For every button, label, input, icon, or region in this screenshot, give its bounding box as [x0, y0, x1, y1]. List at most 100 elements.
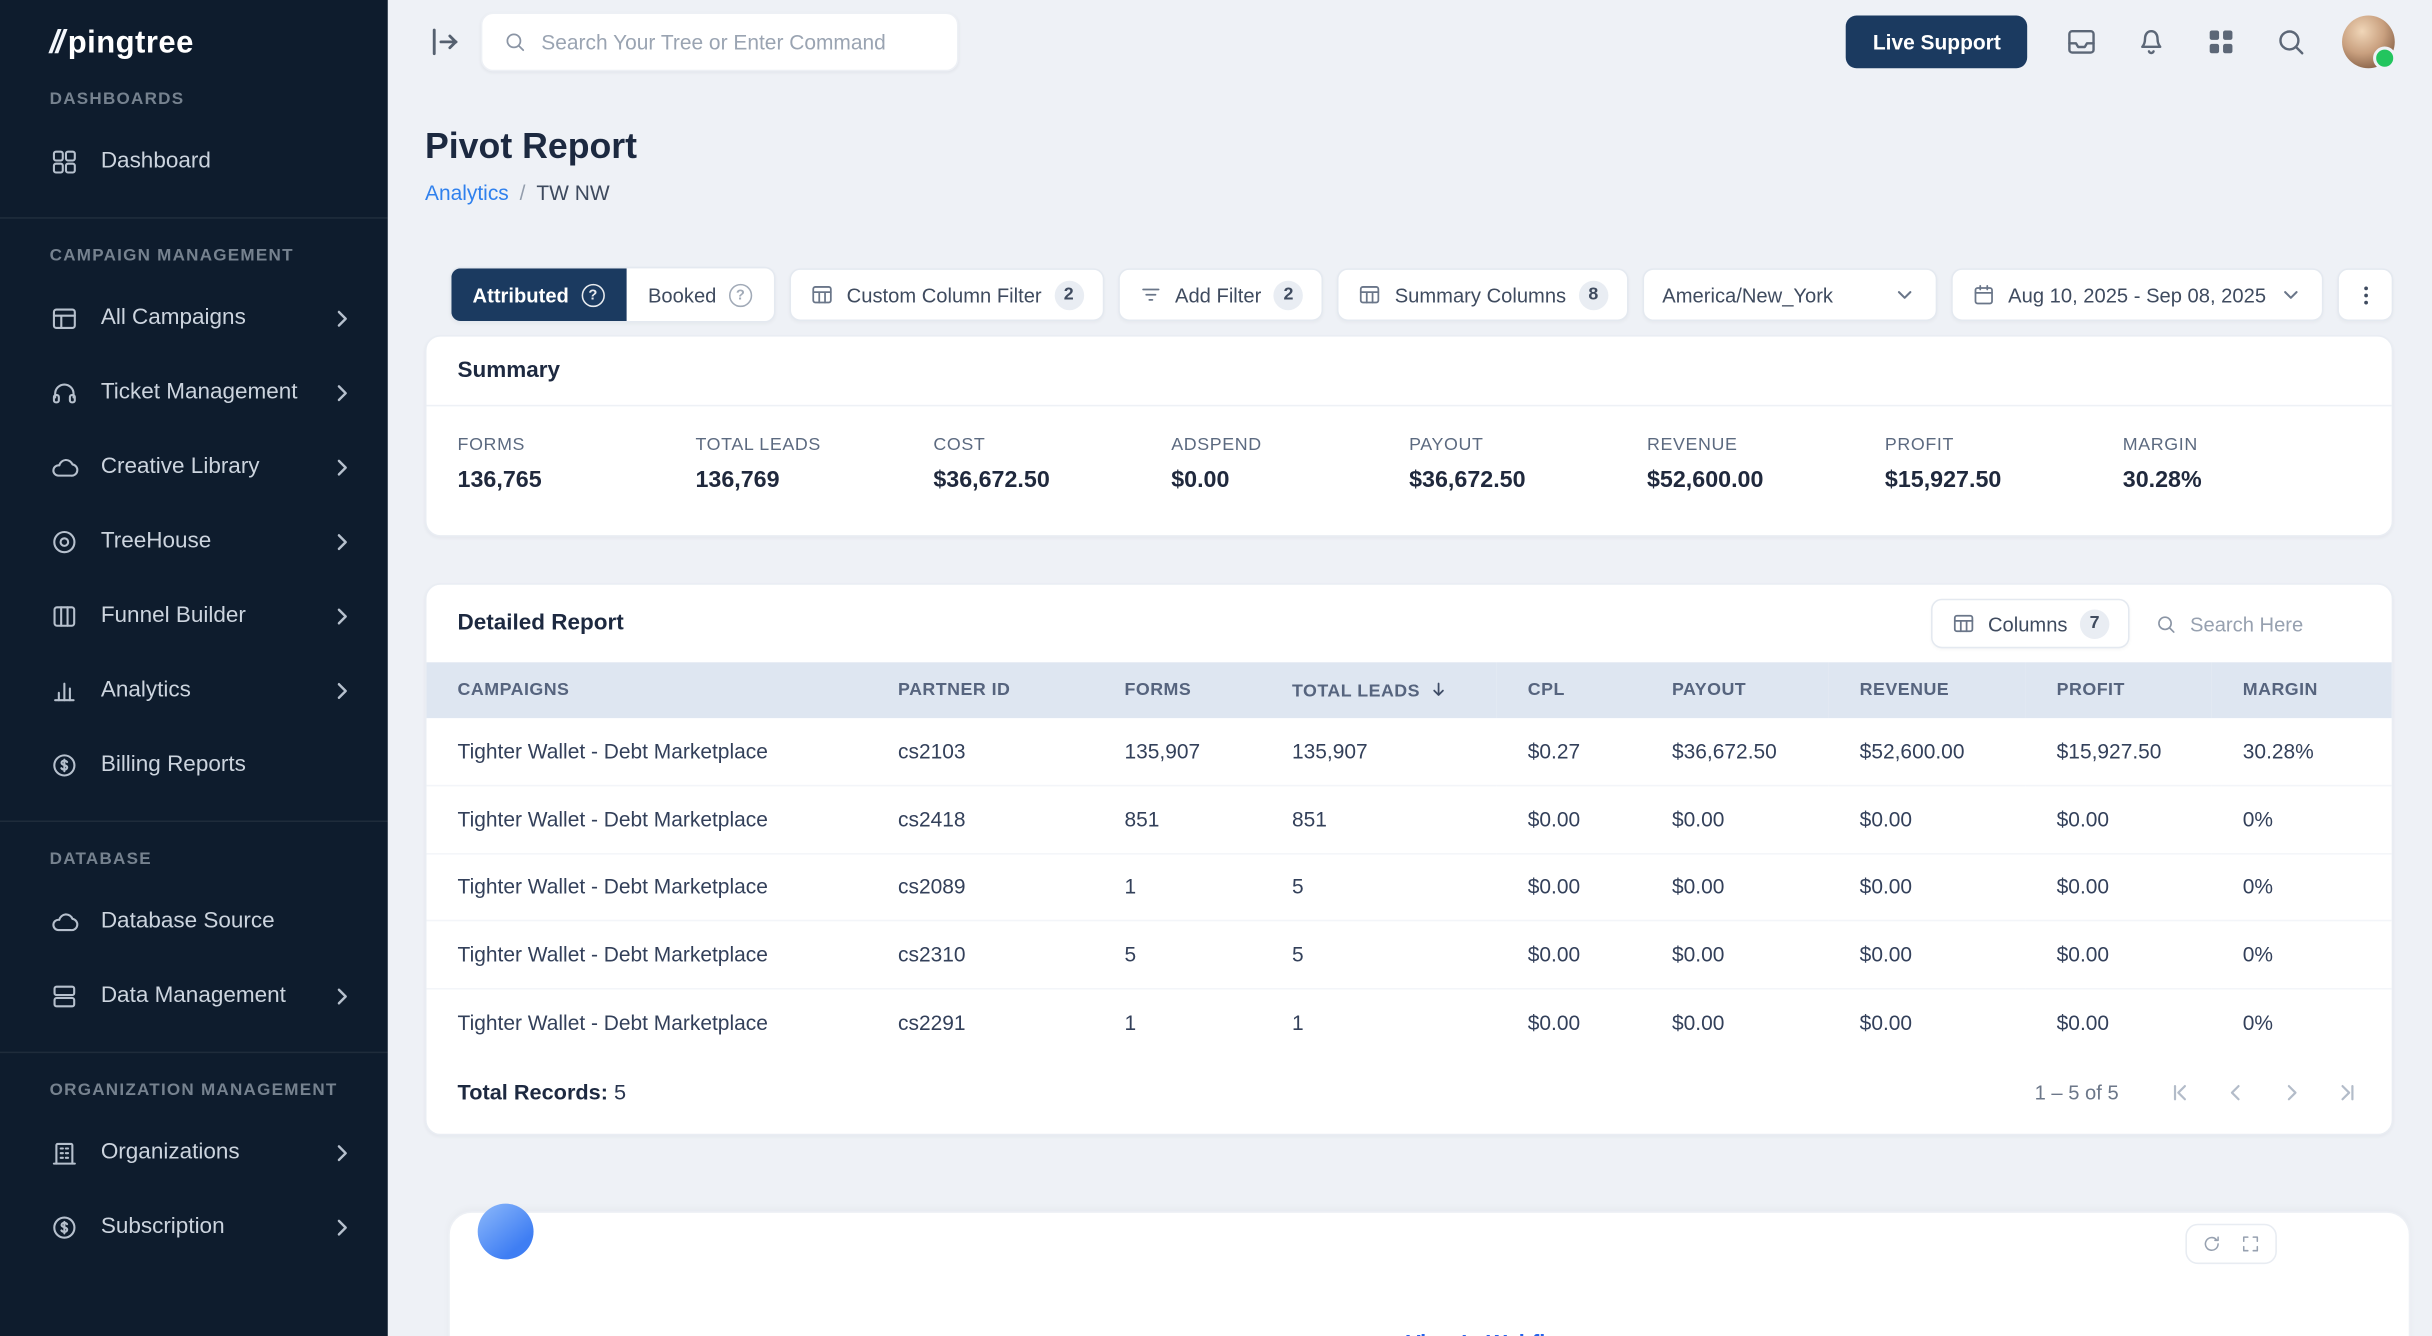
sidebar-collapse-icon[interactable] — [425, 22, 465, 62]
sidebar-item-subscription[interactable]: Subscription — [0, 1190, 388, 1264]
summary-columns-badge: 8 — [1579, 280, 1608, 309]
column-header-total-leads[interactable]: TOTAL LEADS — [1261, 662, 1497, 718]
chevron-right-icon — [327, 1212, 356, 1241]
column-header-campaigns[interactable]: CAMPAIGNS — [427, 662, 867, 718]
sidebar-item-all-campaigns[interactable]: All Campaigns — [0, 281, 388, 355]
apps-icon[interactable] — [2204, 25, 2238, 59]
timezone-select[interactable]: America/New_York — [1642, 268, 1937, 321]
help-icon[interactable] — [729, 283, 752, 306]
live-support-button[interactable]: Live Support — [1846, 16, 2027, 69]
attributed-tab[interactable]: Attributed — [451, 268, 626, 321]
chevron-right-icon — [327, 675, 356, 704]
chat-widget-bubble[interactable] — [478, 1203, 534, 1259]
refresh-icon[interactable] — [2201, 1232, 2223, 1254]
sidebar-item-ticket-management[interactable]: Ticket Management — [0, 355, 388, 429]
column-header-profit[interactable]: PROFIT — [2026, 662, 2212, 718]
sidebar-item-label: Funnel Builder — [101, 603, 306, 628]
columns-button[interactable]: Columns 7 — [1931, 599, 2130, 649]
sidebar-item-label: Data Management — [101, 983, 306, 1008]
custom-column-filter-label: Custom Column Filter — [847, 283, 1042, 306]
stat-label: MARGIN — [2123, 436, 2361, 455]
dollar-icon — [50, 750, 79, 779]
chevron-right-icon — [327, 1138, 356, 1167]
user-avatar[interactable] — [2342, 16, 2395, 69]
sidebar-item-dashboard[interactable]: Dashboard — [0, 124, 388, 198]
inbox-icon[interactable] — [2064, 25, 2098, 59]
target-icon — [50, 527, 79, 556]
column-header-revenue[interactable]: REVENUE — [1829, 662, 2026, 718]
last-page-icon[interactable] — [2334, 1079, 2360, 1105]
report-toolbar: Attributed Booked Custom Column Filter 2 — [425, 267, 2393, 323]
sidebar-item-organizations[interactable]: Organizations — [0, 1115, 388, 1189]
funnel-icon — [50, 601, 79, 630]
table-footer: Total Records: 5 1 – 5 of 5 — [427, 1055, 2392, 1133]
previous-page-icon[interactable] — [2223, 1079, 2249, 1105]
summary-columns-button[interactable]: Summary Columns 8 — [1337, 268, 1628, 321]
custom-column-filter-button[interactable]: Custom Column Filter 2 — [789, 268, 1103, 321]
summary-card-header: Summary — [427, 337, 2392, 407]
sidebar-item-billing-reports[interactable]: Billing Reports — [0, 727, 388, 801]
sidebar-item-label: Subscription — [101, 1214, 306, 1239]
dollar-icon — [50, 1212, 79, 1241]
booked-tab[interactable]: Booked — [626, 268, 773, 321]
detailed-report-card: Detailed Report Columns 7 — [425, 583, 2393, 1134]
sidebar-section: CAMPAIGN MANAGEMENTAll CampaignsTicket M… — [0, 217, 388, 808]
add-filter-button[interactable]: Add Filter 2 — [1118, 268, 1324, 321]
more-options-button[interactable] — [2337, 268, 2393, 321]
cloud-icon — [50, 907, 79, 936]
stat-label: COST — [933, 436, 1171, 455]
table-cell: $0.00 — [1497, 921, 1641, 988]
stat-label: REVENUE — [1647, 436, 1885, 455]
building-icon — [50, 1138, 79, 1167]
breadcrumb-current: TW NW — [536, 181, 609, 204]
chevron-down-icon — [1892, 282, 1917, 307]
table-icon — [809, 282, 834, 307]
sidebar-item-analytics[interactable]: Analytics — [0, 653, 388, 727]
column-header-payout[interactable]: PAYOUT — [1641, 662, 1829, 718]
column-header-partner-id[interactable]: PARTNER ID — [867, 662, 1093, 718]
search-icon — [2154, 612, 2177, 635]
global-search-input[interactable] — [541, 30, 937, 53]
sidebar-item-database-source[interactable]: Database Source — [0, 884, 388, 958]
column-header-label: FORMS — [1124, 681, 1191, 700]
date-range-value: Aug 10, 2025 - Sep 08, 2025 — [2008, 283, 2266, 306]
first-page-icon[interactable] — [2167, 1079, 2193, 1105]
expand-icon[interactable] — [2240, 1232, 2262, 1254]
next-page-icon[interactable] — [2278, 1079, 2304, 1105]
sidebar-item-data-management[interactable]: Data Management — [0, 959, 388, 1033]
table-cell: 851 — [1261, 786, 1497, 853]
table-search-input[interactable] — [2190, 612, 2354, 635]
chevron-down-icon — [2278, 282, 2303, 307]
topbar: Live Support — [388, 0, 2432, 84]
sidebar-item-creative-library[interactable]: Creative Library — [0, 430, 388, 504]
sidebar-section-label: ORGANIZATION MANAGEMENT — [0, 1081, 388, 1100]
date-range-picker[interactable]: Aug 10, 2025 - Sep 08, 2025 — [1951, 268, 2324, 321]
summary-stat-adspend: ADSPEND$0.00 — [1171, 436, 1409, 493]
summary-stat-total-leads: TOTAL LEADS136,769 — [695, 436, 933, 493]
sidebar-section-label: DASHBOARDS — [0, 90, 388, 109]
sidebar-item-label: All Campaigns — [101, 306, 306, 331]
pagination-range: 1 – 5 of 5 — [2035, 1080, 2119, 1103]
breadcrumb-link-analytics[interactable]: Analytics — [425, 181, 509, 204]
table-icon — [1951, 611, 1976, 636]
sidebar-item-funnel-builder[interactable]: Funnel Builder — [0, 579, 388, 653]
sidebar-section: DASHBOARDS Dashboard — [0, 68, 388, 204]
column-header-margin[interactable]: MARGIN — [2212, 662, 2393, 718]
table-cell: $0.00 — [2026, 853, 2212, 920]
search-icon[interactable] — [2274, 25, 2308, 59]
help-icon[interactable] — [581, 283, 604, 306]
table-search[interactable] — [2148, 612, 2360, 635]
sidebar-item-treehouse[interactable]: TreeHouse — [0, 504, 388, 578]
pagination: 1 – 5 of 5 — [2035, 1079, 2361, 1105]
main-area: Live Support Pivot Report Analytics / TW… — [388, 0, 2432, 1336]
column-header-forms[interactable]: FORMS — [1093, 662, 1261, 718]
brand-logo[interactable]: // pingtree — [0, 0, 388, 68]
bell-icon[interactable] — [2134, 25, 2168, 59]
column-header-label: CPL — [1528, 681, 1565, 700]
view-in-webflows-link[interactable]: View In Webflows — [1406, 1328, 1617, 1336]
cloud-icon — [50, 452, 79, 481]
column-header-cpl[interactable]: CPL — [1497, 662, 1641, 718]
global-search[interactable] — [481, 12, 959, 71]
table-cell: cs2310 — [867, 921, 1093, 988]
table-cell: 0% — [2212, 921, 2393, 988]
